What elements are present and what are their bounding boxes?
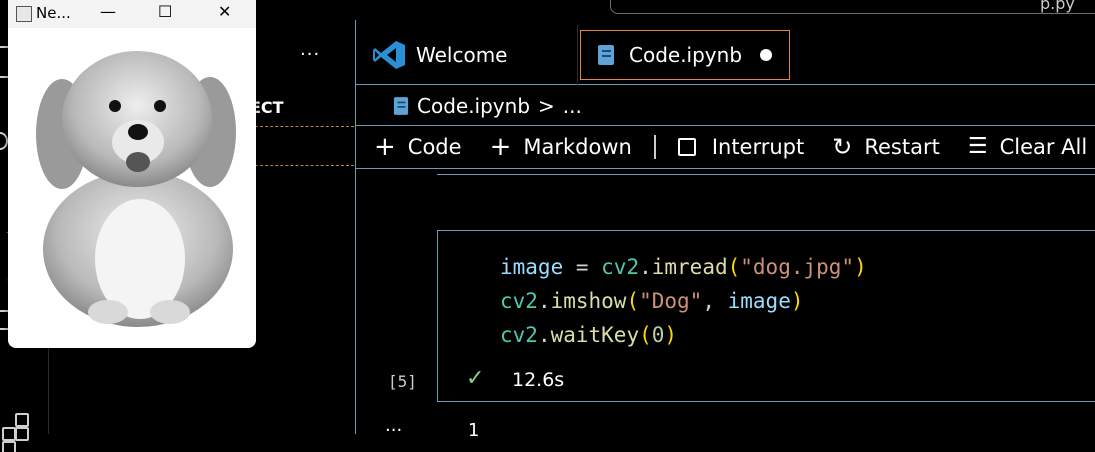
unsaved-dot-icon[interactable] xyxy=(760,49,773,61)
toolbar-divider xyxy=(653,135,656,159)
tab-label: Code.ipynb xyxy=(629,43,743,67)
notebook-file-icon xyxy=(598,45,614,65)
execution-count: [5] xyxy=(388,372,417,391)
restart-label: Restart xyxy=(864,135,940,159)
code-line-1[interactable]: image = cv2.imread("dog.jpg") xyxy=(500,255,867,279)
dog-photo xyxy=(36,51,236,327)
window-app-icon xyxy=(16,6,32,22)
execution-time: 12.6s xyxy=(512,369,565,391)
clear-all-label: Clear All xyxy=(999,135,1088,159)
check-icon: ✓ xyxy=(466,366,485,391)
search-icon[interactable] xyxy=(0,132,8,150)
notebook-toolbar: + Code + Markdown Interrupt ↻ Restart ☰ … xyxy=(356,125,1095,169)
minimize-button[interactable]: — xyxy=(100,2,116,21)
breadcrumb: Code.ipynb > ... xyxy=(393,94,582,118)
extensions-icon[interactable] xyxy=(2,412,32,452)
clear-all-outputs-button[interactable]: ☰ Clear All xyxy=(968,135,1087,159)
code-line-3[interactable]: cv2.waitKey(0) xyxy=(500,323,677,347)
restart-icon: ↻ xyxy=(832,133,853,161)
sidebar-file-item[interactable] xyxy=(250,126,354,166)
tab-label: Welcome xyxy=(416,43,508,67)
cell-more-icon[interactable]: ··· xyxy=(385,420,402,441)
add-code-label: Code xyxy=(407,135,462,159)
clear-all-icon: ☰ xyxy=(967,134,988,159)
close-button[interactable]: ✕ xyxy=(218,2,231,21)
add-markdown-cell-button[interactable]: + Markdown xyxy=(490,134,632,160)
plus-icon: + xyxy=(374,132,396,162)
maximize-button[interactable]: ☐ xyxy=(158,2,172,21)
tab-code-ipynb[interactable]: Code.ipynb xyxy=(580,30,790,80)
editor-tab-bar: Welcome Code.ipynb xyxy=(356,20,1095,85)
search-text: p.py xyxy=(1040,0,1075,13)
breadcrumb-separator: > xyxy=(538,94,555,118)
more-actions-icon[interactable]: ··· xyxy=(300,44,320,65)
notebook-file-icon xyxy=(393,97,409,115)
interrupt-button[interactable]: Interrupt xyxy=(677,135,805,159)
add-code-cell-button[interactable]: + Code xyxy=(374,134,462,160)
command-center-search[interactable] xyxy=(610,0,1095,14)
breadcrumb-more[interactable]: ... xyxy=(563,94,582,118)
stop-icon xyxy=(677,138,696,156)
next-cell-number: 1 xyxy=(468,420,480,441)
window-title: Ne... xyxy=(36,4,71,22)
restart-button[interactable]: ↻ Restart xyxy=(832,135,940,159)
previous-cell-border xyxy=(437,174,1095,175)
interrupt-label: Interrupt xyxy=(711,135,805,159)
add-markdown-label: Markdown xyxy=(523,135,632,159)
code-line-2[interactable]: cv2.imshow("Dog", image) xyxy=(500,289,804,313)
tab-welcome[interactable]: Welcome xyxy=(356,25,578,85)
image-window[interactable]: Ne... — ☐ ✕ xyxy=(8,0,256,348)
vscode-logo-icon xyxy=(373,41,405,69)
breadcrumb-file[interactable]: Code.ipynb xyxy=(417,94,530,118)
plus-icon: + xyxy=(489,132,512,162)
